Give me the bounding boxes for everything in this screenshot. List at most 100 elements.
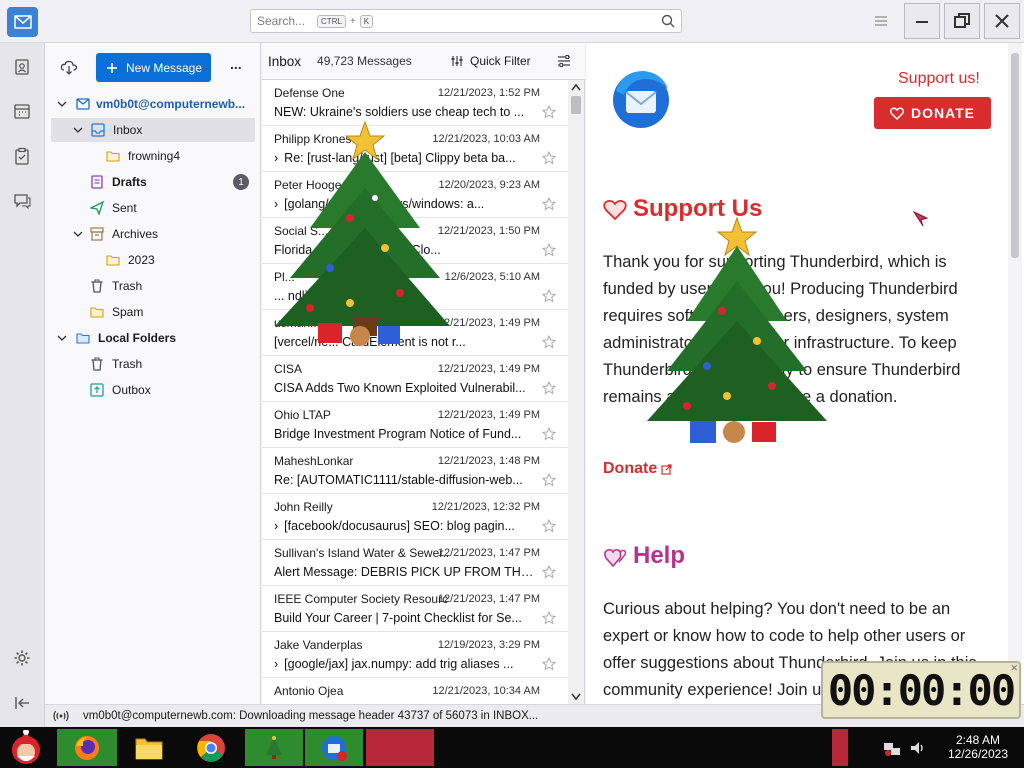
show-hidden-icons[interactable] (832, 729, 848, 766)
message-row[interactable]: Jake Vanderplas 12/19/2023, 3:29 PM › [go… (262, 632, 568, 678)
outbox-icon (90, 383, 104, 397)
taskbar-tree-app[interactable] (245, 729, 303, 766)
search-placeholder: Search... (257, 14, 306, 28)
volume-icon[interactable] (909, 739, 927, 757)
unread-count-badge: 1 (233, 174, 249, 190)
local-folders-row[interactable]: Local Folders (45, 326, 261, 350)
folder-local-trash[interactable]: Trash (45, 352, 261, 376)
timer-value: 00:00:00 (827, 665, 1016, 715)
chevron-down-icon[interactable] (72, 124, 84, 136)
message-row[interactable]: Antonio Ojea 12/21/2023, 10:34 AM (262, 678, 568, 704)
folder-sent[interactable]: Sent (45, 196, 261, 220)
chevron-down-icon[interactable] (72, 228, 84, 240)
get-messages-icon[interactable] (60, 59, 78, 75)
donate-button[interactable]: DONATE (874, 97, 991, 129)
star-icon[interactable] (542, 105, 556, 119)
folder-outbox[interactable]: Outbox (45, 378, 261, 402)
star-icon[interactable] (542, 473, 556, 487)
list-options-icon[interactable] (557, 54, 571, 68)
star-icon[interactable] (542, 427, 556, 441)
star-icon[interactable] (542, 611, 556, 625)
reading-pane-scrollbar[interactable] (1008, 43, 1022, 704)
taskbar-file-explorer[interactable] (124, 729, 174, 766)
new-message-button[interactable]: New Message (96, 53, 211, 82)
timer-close-icon[interactable]: ✕ (1010, 663, 1017, 674)
star-icon[interactable] (542, 243, 556, 257)
mail-icon (13, 15, 32, 29)
message-row[interactable]: IEEE Computer Society Resourc... 12/21/2… (262, 586, 568, 632)
taskbar-thunderbird[interactable] (305, 729, 363, 766)
message-row[interactable]: Sullivan's Island Water & Sewer... 12/21… (262, 540, 568, 586)
message-date: 12/21/2023, 1:49 PM (437, 317, 540, 329)
message-date: 12/6/2023, 5:10 AM (444, 271, 540, 283)
scroll-down-icon[interactable] (571, 693, 581, 701)
folder-archives[interactable]: Archives (45, 222, 261, 246)
message-subject: › [google/jax] jax.numpy: add trig aliase… (274, 657, 514, 671)
mail-space-button[interactable] (7, 7, 38, 37)
more-options-button[interactable]: ... (230, 56, 242, 72)
minimize-button[interactable] (904, 3, 940, 39)
quick-filter-button[interactable]: Quick Filter (450, 54, 531, 68)
restore-button[interactable] (944, 3, 980, 39)
scroll-up-icon[interactable] (571, 83, 581, 91)
star-icon[interactable] (542, 289, 556, 303)
search-icon[interactable] (661, 14, 675, 28)
taskbar-chrome[interactable] (188, 729, 234, 766)
inbox-icon (91, 123, 105, 137)
thread-chevron-icon[interactable]: › (274, 657, 278, 671)
chevron-down-icon[interactable] (56, 332, 68, 344)
donate-link[interactable]: Donate (603, 460, 672, 478)
chevron-down-icon[interactable] (56, 98, 68, 110)
star-icon[interactable] (542, 565, 556, 579)
start-button[interactable] (4, 729, 48, 766)
message-row[interactable]: John Reilly 12/21/2023, 12:32 PM › [faceb… (262, 494, 568, 540)
tasks-icon[interactable] (12, 146, 32, 166)
star-icon[interactable] (542, 519, 556, 533)
folder-icon (90, 305, 104, 319)
message-row[interactable]: Ohio LTAP 12/21/2023, 1:49 PM Bridge Inv… (262, 402, 568, 448)
account-row[interactable]: vm0b0t@computernewb... (45, 92, 261, 116)
folder-inbox[interactable]: Inbox (51, 118, 255, 142)
star-icon[interactable] (542, 151, 556, 165)
folder-spam[interactable]: Spam (45, 300, 261, 324)
message-row[interactable]: MaheshLonkar 12/21/2023, 1:48 PM Re: [AU… (262, 448, 568, 494)
title-bar: Search... CTRL + K (0, 0, 1024, 43)
folder-trash[interactable]: Trash (45, 274, 261, 298)
settings-icon[interactable] (12, 648, 32, 668)
taskbar-window[interactable] (366, 729, 434, 766)
chrome-icon (197, 733, 225, 762)
message-date: 12/20/2023, 9:23 AM (438, 179, 540, 191)
network-icon[interactable] (883, 739, 901, 757)
scroll-thumb[interactable] (1011, 53, 1019, 258)
shortcut-plus: + (349, 15, 356, 27)
plus-icon (107, 62, 117, 73)
scroll-thumb[interactable] (571, 96, 581, 114)
folder-2023[interactable]: 2023 (45, 248, 261, 272)
star-icon[interactable] (542, 197, 556, 211)
drafts-icon (90, 175, 104, 189)
timer-widget[interactable]: 00:00:00 ✕ (821, 661, 1021, 719)
support-us-link[interactable]: Support us! (898, 70, 980, 88)
message-sender: IEEE Computer Society Resourc... (274, 592, 449, 606)
folder-drafts[interactable]: Drafts 1 (45, 170, 261, 194)
star-icon[interactable] (542, 335, 556, 349)
close-button[interactable] (984, 3, 1020, 39)
message-subject: Build Your Career | 7-point Checklist fo… (274, 611, 522, 625)
app-menu-icon[interactable] (872, 12, 890, 30)
thread-chevron-icon[interactable]: › (274, 519, 278, 533)
search-input[interactable]: Search... CTRL + K (250, 9, 682, 33)
chat-icon[interactable] (12, 191, 32, 211)
folder-frowning4[interactable]: frowning4 (45, 144, 261, 168)
taskbar-clock[interactable]: 2:48 AM 12/26/2023 (948, 733, 1008, 761)
message-row[interactable]: CISA 12/21/2023, 1:49 PM CISA Adds Two K… (262, 356, 568, 402)
calendar-icon[interactable] (12, 101, 32, 121)
sent-icon (90, 201, 104, 215)
message-list-scrollbar[interactable] (568, 80, 584, 704)
address-book-icon[interactable] (12, 57, 32, 77)
star-icon[interactable] (542, 657, 556, 671)
online-status-icon[interactable] (53, 710, 69, 722)
thunderbird-icon (322, 735, 347, 761)
collapse-toolbar-icon[interactable] (12, 693, 32, 713)
star-icon[interactable] (542, 381, 556, 395)
taskbar-firefox[interactable] (57, 729, 117, 766)
